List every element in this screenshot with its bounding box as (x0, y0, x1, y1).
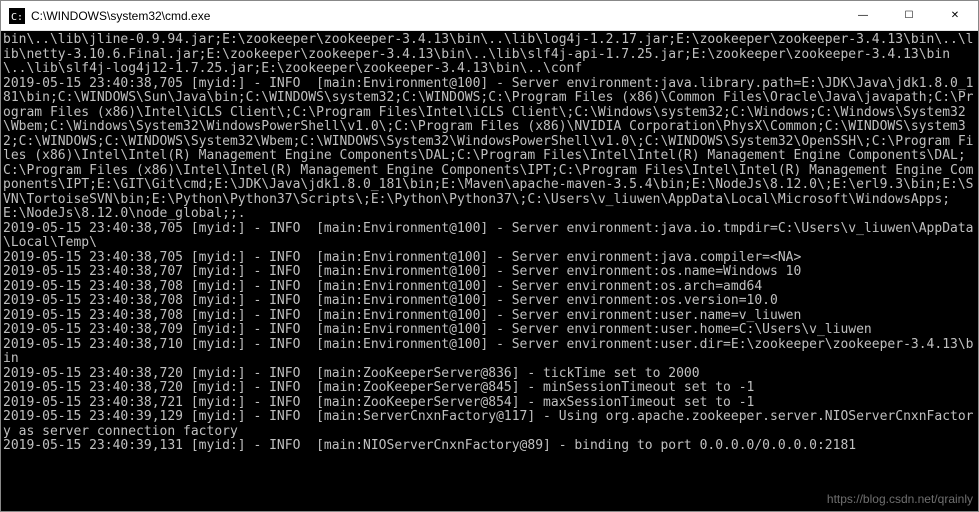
console-line: 2019-05-15 23:40:38,720 [myid:] - INFO [… (3, 367, 976, 382)
cmd-window: C: C:\WINDOWS\system32\cmd.exe — ☐ ✕ bin… (0, 0, 979, 512)
console-line: 2019-05-15 23:40:38,705 [myid:] - INFO [… (3, 251, 976, 266)
console-line: 2019-05-15 23:40:38,709 [myid:] - INFO [… (3, 323, 976, 338)
minimize-button[interactable]: — (840, 1, 886, 30)
cmd-icon: C: (9, 8, 25, 24)
window-title: C:\WINDOWS\system32\cmd.exe (31, 9, 840, 23)
console-line: 2019-05-15 23:40:38,721 [myid:] - INFO [… (3, 396, 976, 411)
console-output[interactable]: bin\..\lib\jline-0.9.94.jar;E:\zookeeper… (1, 31, 978, 511)
window-controls: — ☐ ✕ (840, 1, 978, 30)
console-line: 2019-05-15 23:40:38,705 [myid:] - INFO [… (3, 222, 976, 251)
console-line: 2019-05-15 23:40:38,708 [myid:] - INFO [… (3, 280, 976, 295)
titlebar[interactable]: C: C:\WINDOWS\system32\cmd.exe — ☐ ✕ (1, 1, 978, 31)
close-icon: ✕ (951, 10, 959, 21)
console-line: 2019-05-15 23:40:38,708 [myid:] - INFO [… (3, 294, 976, 309)
minimize-icon: — (858, 10, 868, 21)
console-line: bin\..\lib\jline-0.9.94.jar;E:\zookeeper… (3, 33, 976, 77)
maximize-button[interactable]: ☐ (886, 1, 932, 30)
console-line: 2019-05-15 23:40:38,705 [myid:] - INFO [… (3, 77, 976, 222)
console-line: 2019-05-15 23:40:38,708 [myid:] - INFO [… (3, 309, 976, 324)
console-line: 2019-05-15 23:40:39,129 [myid:] - INFO [… (3, 410, 976, 439)
svg-text:C:: C: (11, 12, 23, 23)
console-line: 2019-05-15 23:40:38,710 [myid:] - INFO [… (3, 338, 976, 367)
maximize-icon: ☐ (905, 10, 914, 21)
console-line: 2019-05-15 23:40:38,707 [myid:] - INFO [… (3, 265, 976, 280)
console-line: 2019-05-15 23:40:39,131 [myid:] - INFO [… (3, 439, 976, 454)
close-button[interactable]: ✕ (932, 1, 978, 30)
console-line: 2019-05-15 23:40:38,720 [myid:] - INFO [… (3, 381, 976, 396)
